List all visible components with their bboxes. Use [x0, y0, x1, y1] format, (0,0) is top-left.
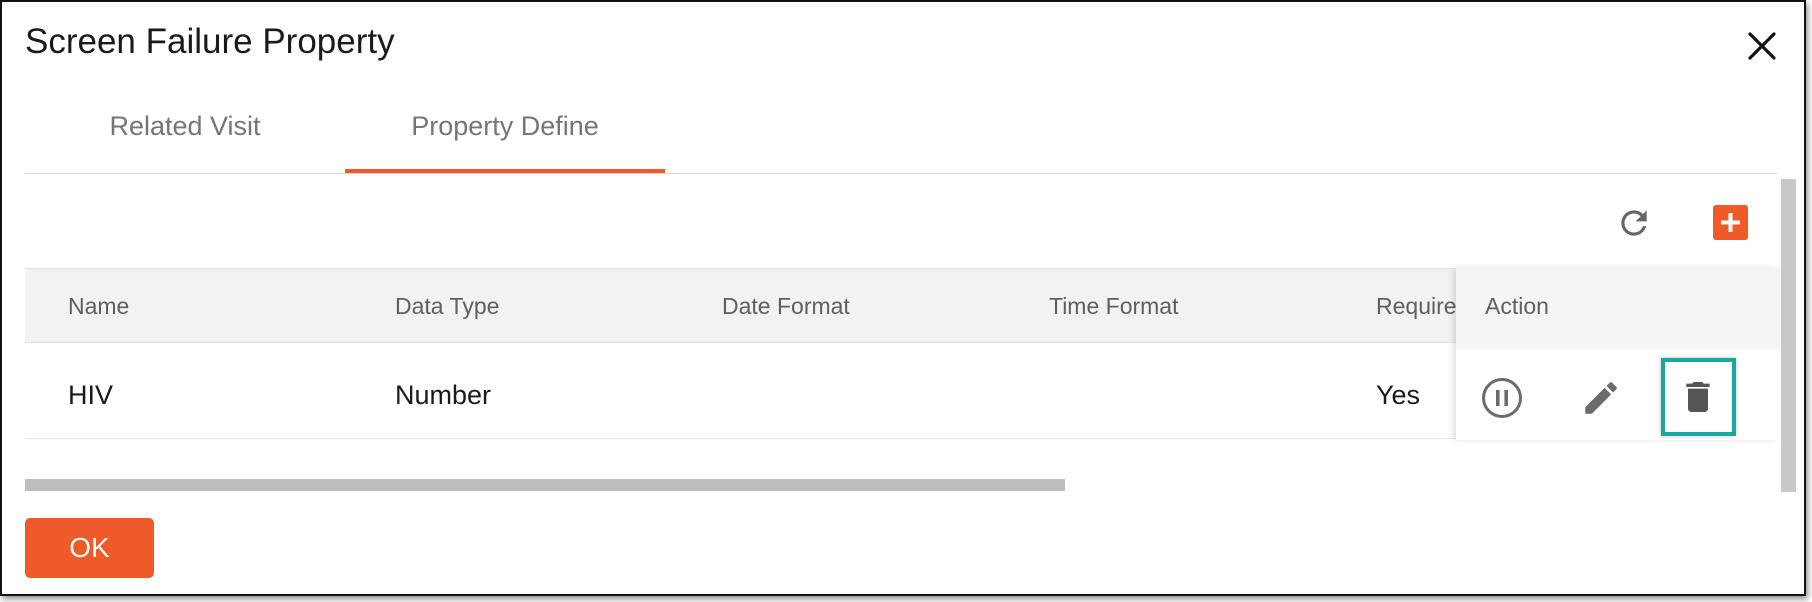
close-icon[interactable] [1742, 26, 1782, 66]
dialog-title: Screen Failure Property [25, 22, 395, 61]
column-header-action: Action [1485, 293, 1549, 319]
refresh-icon[interactable] [1615, 204, 1653, 242]
pause-icon[interactable] [1481, 377, 1523, 419]
column-header-name[interactable]: Name [68, 291, 129, 321]
tab-property-define[interactable]: Property Define [345, 104, 665, 174]
column-header-data-type[interactable]: Data Type [395, 291, 499, 321]
column-header-date-format[interactable]: Date Format [722, 291, 850, 321]
column-header-required[interactable]: Required [1376, 291, 1456, 321]
plus-icon [1721, 213, 1740, 232]
horizontal-scrollbar[interactable] [25, 479, 1065, 491]
tab-divider [25, 173, 1777, 174]
edit-icon[interactable] [1580, 377, 1622, 419]
tab-related-visit[interactable]: Related Visit [25, 104, 345, 174]
add-button[interactable] [1713, 205, 1748, 240]
screen-failure-property-dialog: Screen Failure Property Related Visit Pr… [0, 0, 1806, 596]
cell-name: HIV [68, 380, 114, 410]
cell-data-type: Number [395, 380, 492, 410]
delete-highlight-box [1661, 358, 1736, 436]
ok-button[interactable]: OK [25, 518, 154, 578]
vertical-scrollbar[interactable] [1781, 179, 1796, 492]
column-header-time-format[interactable]: Time Format [1049, 291, 1179, 321]
cell-required: Yes [1376, 380, 1421, 410]
